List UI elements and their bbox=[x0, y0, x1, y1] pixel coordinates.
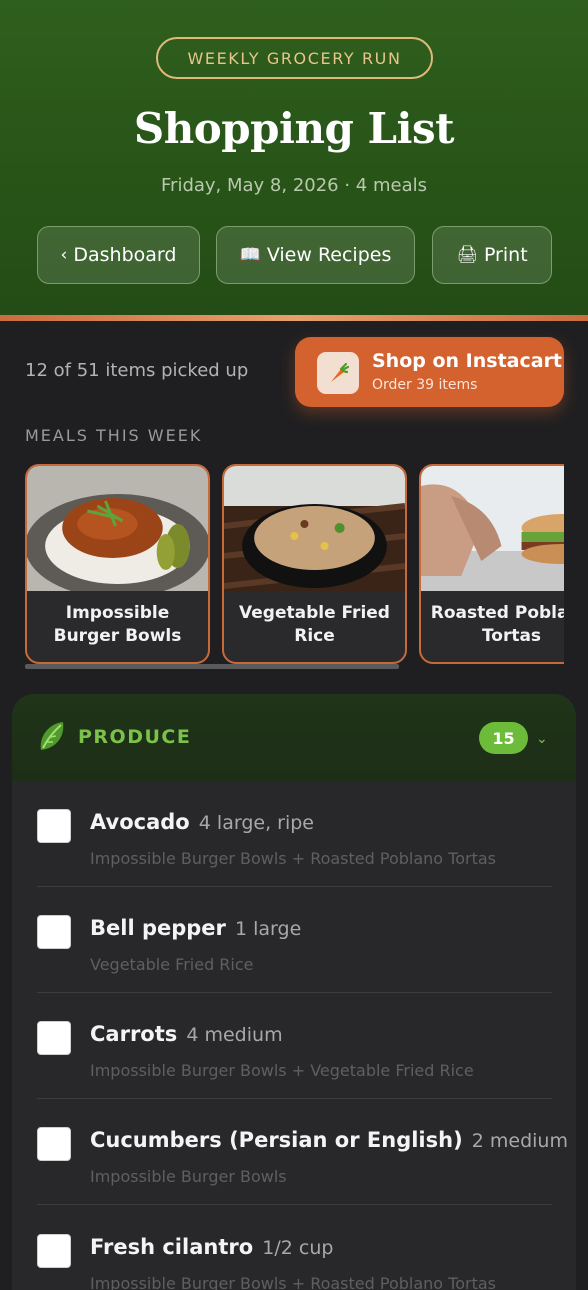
item-name: Bell pepper bbox=[90, 916, 226, 940]
list-item: Bell pepper 1 large Vegetable Fried Rice bbox=[37, 887, 552, 993]
dashboard-button[interactable]: ‹ Dashboard bbox=[37, 226, 200, 284]
meal-name: Roasted Poblano Tortas bbox=[430, 603, 564, 646]
shop-instacart-button[interactable]: Shop on Instacart Order 39 items bbox=[295, 337, 564, 407]
page-subtitle: Friday, May 8, 2026 · 4 meals bbox=[161, 175, 427, 196]
section-title: PRODUCE bbox=[78, 726, 192, 748]
meal-card[interactable]: Vegetable Fried Rice bbox=[222, 464, 407, 664]
item-quantity: 1 large bbox=[235, 918, 302, 940]
divider bbox=[37, 1204, 552, 1205]
chevron-down-icon[interactable]: ⌄ bbox=[536, 731, 548, 747]
item-meals: Impossible Burger Bowls + Roasted Poblan… bbox=[90, 849, 496, 868]
instacart-title: Shop on Instacart bbox=[372, 350, 563, 372]
lettuce-icon bbox=[40, 722, 64, 750]
meals-carousel[interactable]: Impossible Burger Bowls Vegetable Fried … bbox=[25, 464, 564, 664]
item-meals: Impossible Burger Bowls + Roasted Poblan… bbox=[90, 1274, 496, 1290]
meal-image bbox=[421, 466, 564, 591]
view-recipes-button[interactable]: 📖 View Recipes bbox=[216, 226, 415, 284]
meal-name: Impossible Burger Bowls bbox=[53, 603, 182, 646]
item-name: Avocado bbox=[90, 810, 190, 834]
meal-image bbox=[224, 466, 405, 591]
item-meals: Vegetable Fried Rice bbox=[90, 955, 254, 974]
produce-section: PRODUCE 15 ⌄ Avocado 4 large, ripe Impos… bbox=[12, 694, 576, 1290]
meal-image bbox=[27, 466, 208, 591]
item-quantity: 4 large, ripe bbox=[198, 812, 314, 834]
item-name: Fresh cilantro bbox=[90, 1235, 254, 1259]
item-checkbox[interactable] bbox=[37, 1127, 71, 1161]
item-count-badge: 15 bbox=[479, 722, 528, 754]
item-checkbox[interactable] bbox=[37, 1021, 71, 1055]
instacart-subtitle: Order 39 items bbox=[372, 377, 478, 393]
meals-section-label: MEALS THIS WEEK bbox=[25, 426, 203, 445]
item-name: Carrots bbox=[90, 1022, 178, 1046]
item-quantity: 2 medium bbox=[471, 1130, 568, 1152]
header: WEEKLY GROCERY RUN Shopping List Friday,… bbox=[0, 0, 588, 315]
print-button-label: Print bbox=[483, 244, 528, 266]
item-meals: Impossible Burger Bowls bbox=[90, 1167, 287, 1186]
list-item: Avocado 4 large, ripe Impossible Burger … bbox=[37, 781, 552, 887]
list-item: Cucumbers (Persian or English) 2 medium … bbox=[37, 1099, 568, 1205]
dashboard-button-label: Dashboard bbox=[73, 244, 177, 266]
page-title: Shopping List bbox=[133, 104, 455, 153]
item-quantity: 1/2 cup bbox=[262, 1237, 334, 1259]
picked-up-status: 12 of 51 items picked up bbox=[25, 360, 249, 381]
printer-icon: 🖨 bbox=[456, 245, 478, 265]
meal-card[interactable]: Impossible Burger Bowls bbox=[25, 464, 210, 664]
list-item: Carrots 4 medium Impossible Burger Bowls… bbox=[37, 993, 552, 1099]
meal-name: Vegetable Fried Rice bbox=[239, 603, 390, 646]
print-button[interactable]: 🖨 Print bbox=[432, 226, 552, 284]
book-icon: 📖 bbox=[239, 245, 261, 265]
produce-section-header[interactable]: PRODUCE 15 ⌄ bbox=[12, 694, 576, 781]
weekly-badge: WEEKLY GROCERY RUN bbox=[156, 37, 433, 79]
meal-card[interactable]: Roasted Poblano Tortas bbox=[419, 464, 564, 664]
item-checkbox[interactable] bbox=[37, 1234, 71, 1268]
carrot-icon bbox=[317, 352, 359, 394]
item-checkbox[interactable] bbox=[37, 915, 71, 949]
item-checkbox[interactable] bbox=[37, 809, 71, 843]
list-item: Fresh cilantro 1/2 cup Impossible Burger… bbox=[37, 1206, 552, 1290]
item-meals: Impossible Burger Bowls + Vegetable Frie… bbox=[90, 1061, 474, 1080]
view-recipes-button-label: View Recipes bbox=[266, 244, 392, 266]
chevron-left-icon: ‹ bbox=[60, 245, 68, 265]
item-quantity: 4 medium bbox=[186, 1024, 283, 1046]
carousel-scrollbar[interactable] bbox=[25, 664, 399, 669]
item-name: Cucumbers (Persian or English) bbox=[90, 1128, 463, 1152]
header-divider bbox=[0, 315, 588, 321]
